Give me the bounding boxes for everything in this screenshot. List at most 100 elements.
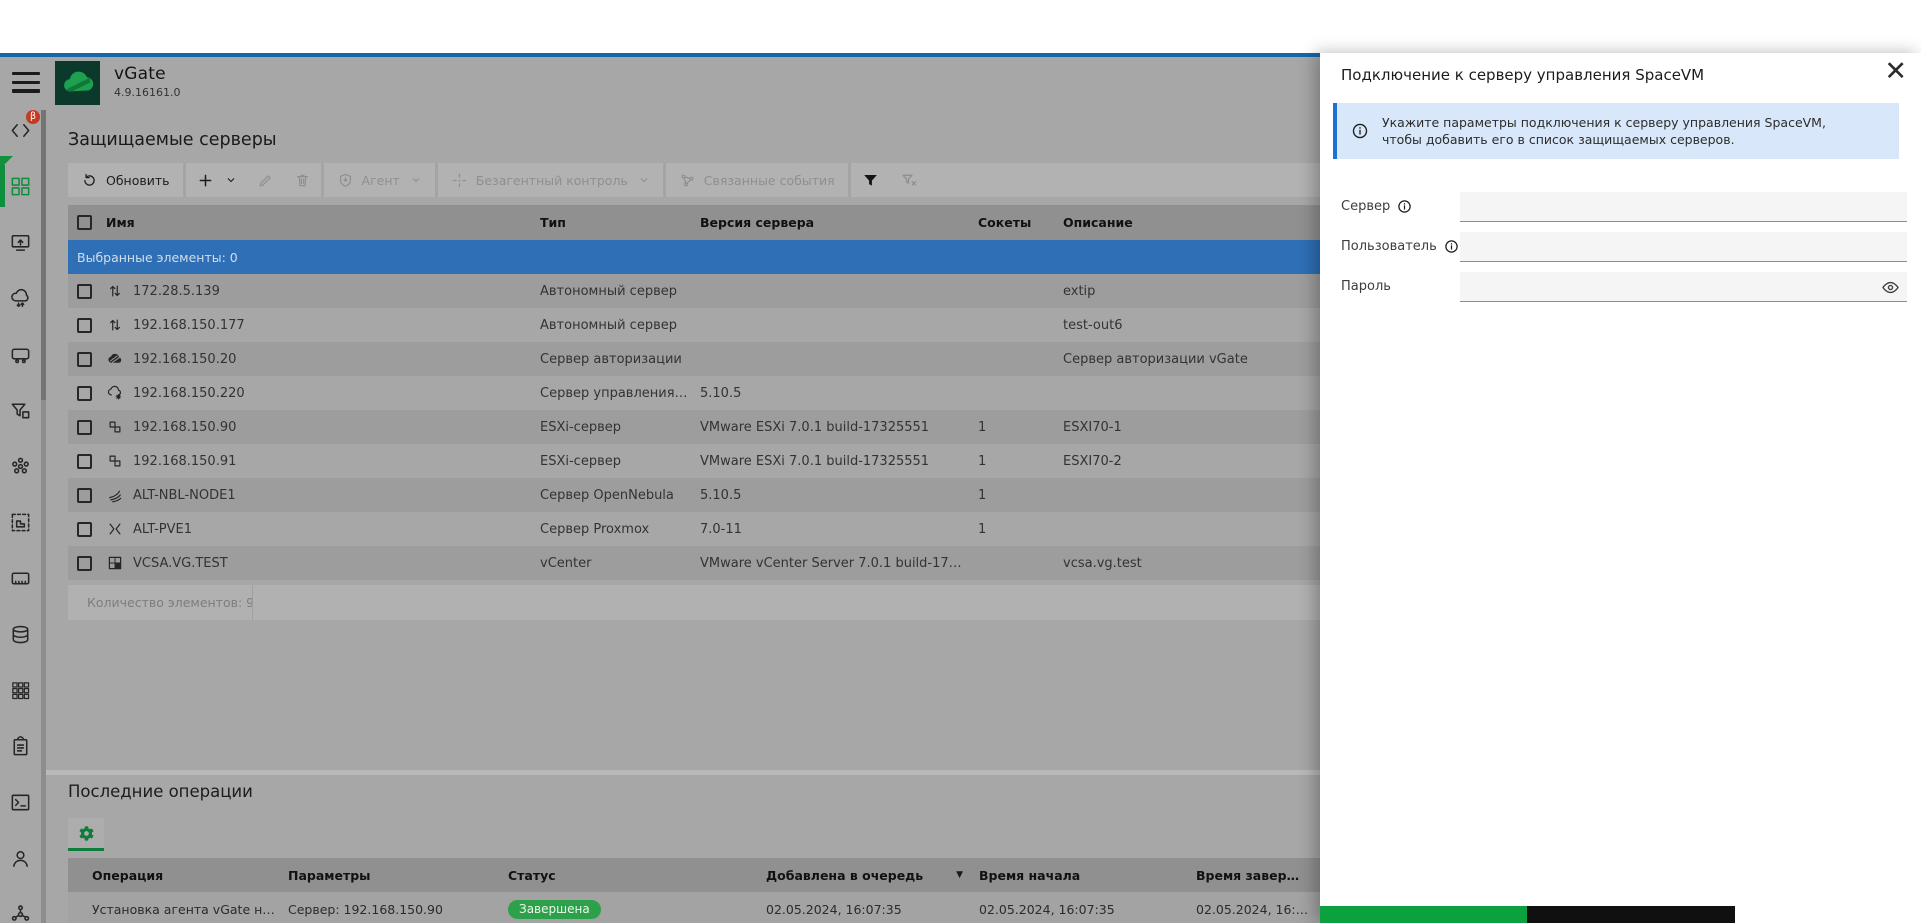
column-header-description[interactable]: Описание — [1063, 215, 1320, 230]
main-app-dimmed: vGate 4.9.16161.0 β Защищаемые серверы О… — [0, 57, 1320, 923]
table-row[interactable]: 192.168.150.220 Сервер управления О... 5.1… — [68, 376, 1320, 410]
database-icon — [9, 623, 32, 646]
ops-column-params[interactable]: Параметры — [288, 868, 508, 883]
close-icon[interactable]: ✕ — [1884, 57, 1907, 87]
panel-bottom-green-bar[interactable] — [1320, 906, 1527, 923]
server-description: test-out6 — [1063, 317, 1123, 333]
server-description: ESXI70-1 — [1063, 419, 1122, 435]
infrastructure-icon — [9, 511, 32, 534]
standalone-server-icon — [106, 282, 133, 300]
delete-button[interactable] — [284, 163, 321, 197]
app-name: vGate — [114, 64, 166, 84]
table-row[interactable]: ALT-NBL-NODE1 Сервер OpenNebula 5.10.5 1 — [68, 478, 1320, 512]
server-description: vcsa.vg.test — [1063, 555, 1142, 571]
table-row[interactable]: 192.168.150.20 Сервер авторизации Сервер а… — [68, 342, 1320, 376]
sidebar-item-cloud-sync[interactable] — [0, 270, 41, 326]
operation-row[interactable]: Установка агента vGate на E... Сервер: 19… — [68, 892, 1320, 923]
ops-column-status[interactable]: Статус — [508, 868, 766, 883]
server-version: 5.10.5 — [700, 385, 742, 401]
operation-params: Сервер: 192.168.150.90 — [288, 901, 443, 917]
ops-column-finished[interactable]: Время завершения — [1196, 868, 1320, 883]
row-checkbox[interactable] — [77, 351, 92, 367]
related-events-label: Связанные события — [703, 172, 835, 188]
refresh-button[interactable]: Обновить — [68, 163, 183, 197]
sidebar-item-network[interactable] — [0, 438, 41, 494]
refresh-label: Обновить — [106, 172, 170, 188]
agentless-icon — [452, 173, 466, 187]
info-icon[interactable] — [1397, 199, 1412, 214]
trash-icon — [296, 174, 308, 186]
panel-fields: Сервер Пользователь Пароль — [1341, 192, 1907, 312]
sidebar-item-infrastructure[interactable] — [0, 494, 41, 550]
sidebar-item-clipboard[interactable] — [0, 718, 41, 774]
add-server-button[interactable] — [186, 163, 247, 197]
table-row[interactable]: 172.28.5.139 Автономный сервер extip — [68, 274, 1320, 308]
column-header-sockets[interactable]: Сокеты — [978, 215, 1063, 230]
column-header-name[interactable]: Имя — [106, 215, 540, 230]
row-checkbox[interactable] — [77, 555, 92, 571]
eye-icon[interactable] — [1881, 278, 1900, 297]
row-checkbox[interactable] — [77, 487, 92, 503]
server-type: Сервер управления О... — [540, 385, 700, 401]
funnel-clear-icon — [902, 174, 916, 186]
table-row[interactable]: 192.168.150.90 ESXi-сервер VMware ESXi 7.0… — [68, 410, 1320, 444]
server-type: Сервер OpenNebula — [540, 487, 674, 503]
row-checkbox[interactable] — [77, 283, 92, 299]
sidebar-item-terminal[interactable] — [0, 774, 41, 830]
table-row[interactable]: 192.168.150.177 Автономный сервер test-out… — [68, 308, 1320, 342]
table-row[interactable]: ALT-PVE1 Сервер Proxmox 7.0-11 1 — [68, 512, 1320, 546]
servers-grid-icon — [9, 175, 32, 198]
server-name: 192.168.150.91 — [133, 453, 237, 469]
ops-column-queued[interactable]: Добавлена в очередь ▼ — [766, 868, 979, 883]
clear-filter-button[interactable] — [890, 163, 929, 197]
row-checkbox[interactable] — [77, 317, 92, 333]
select-all-checkbox[interactable] — [77, 215, 92, 230]
column-header-version[interactable]: Версия сервера — [700, 215, 978, 230]
panel-title: Подключение к серверу управления SpaceVM — [1341, 66, 1705, 84]
info-icon[interactable] — [1444, 239, 1459, 254]
sidebar-item-segments[interactable] — [0, 662, 41, 718]
servers-table-header: Имя Тип Версия сервера Сокеты Описание — [68, 205, 1320, 240]
server-type: Автономный сервер — [540, 283, 677, 299]
row-checkbox[interactable] — [77, 385, 92, 401]
row-checkbox[interactable] — [77, 521, 92, 537]
section-divider — [46, 770, 1320, 775]
server-version: 5.10.5 — [700, 487, 742, 503]
vcenter-server-icon — [106, 554, 133, 572]
operations-tab[interactable] — [68, 818, 104, 851]
deploy-icon — [9, 231, 32, 254]
hamburger-menu-icon[interactable] — [12, 72, 40, 94]
related-events-button[interactable]: Связанные события — [666, 163, 848, 197]
filter-button[interactable] — [851, 163, 890, 197]
info-text: Укажите параметры подключения к серверу … — [1382, 115, 1826, 147]
row-checkbox[interactable] — [77, 453, 92, 469]
ops-column-started[interactable]: Время начала — [979, 868, 1196, 883]
chevron-down-icon — [412, 178, 420, 183]
sidebar-item-tape[interactable] — [0, 550, 41, 606]
management-server-icon — [106, 384, 133, 402]
panel-bottom-black-bar[interactable] — [1527, 906, 1735, 923]
sidebar-item-user[interactable] — [0, 830, 41, 886]
ops-column-operation[interactable]: Операция — [92, 868, 288, 883]
sidebar-item-database[interactable] — [0, 606, 41, 662]
column-header-type[interactable]: Тип — [540, 215, 700, 230]
server-field[interactable] — [1460, 192, 1907, 222]
sidebar-item-atom[interactable] — [0, 886, 41, 923]
proxmox-server-icon — [106, 520, 133, 538]
table-row[interactable]: VCSA.VG.TEST vCenter VMware vCenter Server… — [68, 546, 1320, 580]
row-checkbox[interactable] — [77, 419, 92, 435]
network-icon — [9, 455, 32, 478]
edit-button[interactable] — [247, 163, 284, 197]
password-field[interactable] — [1460, 272, 1907, 302]
sidebar-item-vm-host[interactable] — [0, 326, 41, 382]
server-label: Сервер — [1341, 199, 1412, 214]
user-field[interactable] — [1460, 232, 1907, 262]
table-row[interactable]: 192.168.150.91 ESXi-сервер VMware ESXi 7.0… — [68, 444, 1320, 478]
sidebar-item-servers-grid[interactable] — [0, 158, 41, 214]
sidebar-item-deploy[interactable] — [0, 214, 41, 270]
agent-button[interactable]: Агент — [324, 163, 435, 197]
sidebar-item-filter-vm[interactable] — [0, 382, 41, 438]
agentless-control-button[interactable]: Безагентный контроль — [438, 163, 663, 197]
server-description: ESXI70-2 — [1063, 453, 1122, 469]
sidebar-item-code-beta[interactable]: β — [0, 102, 41, 158]
